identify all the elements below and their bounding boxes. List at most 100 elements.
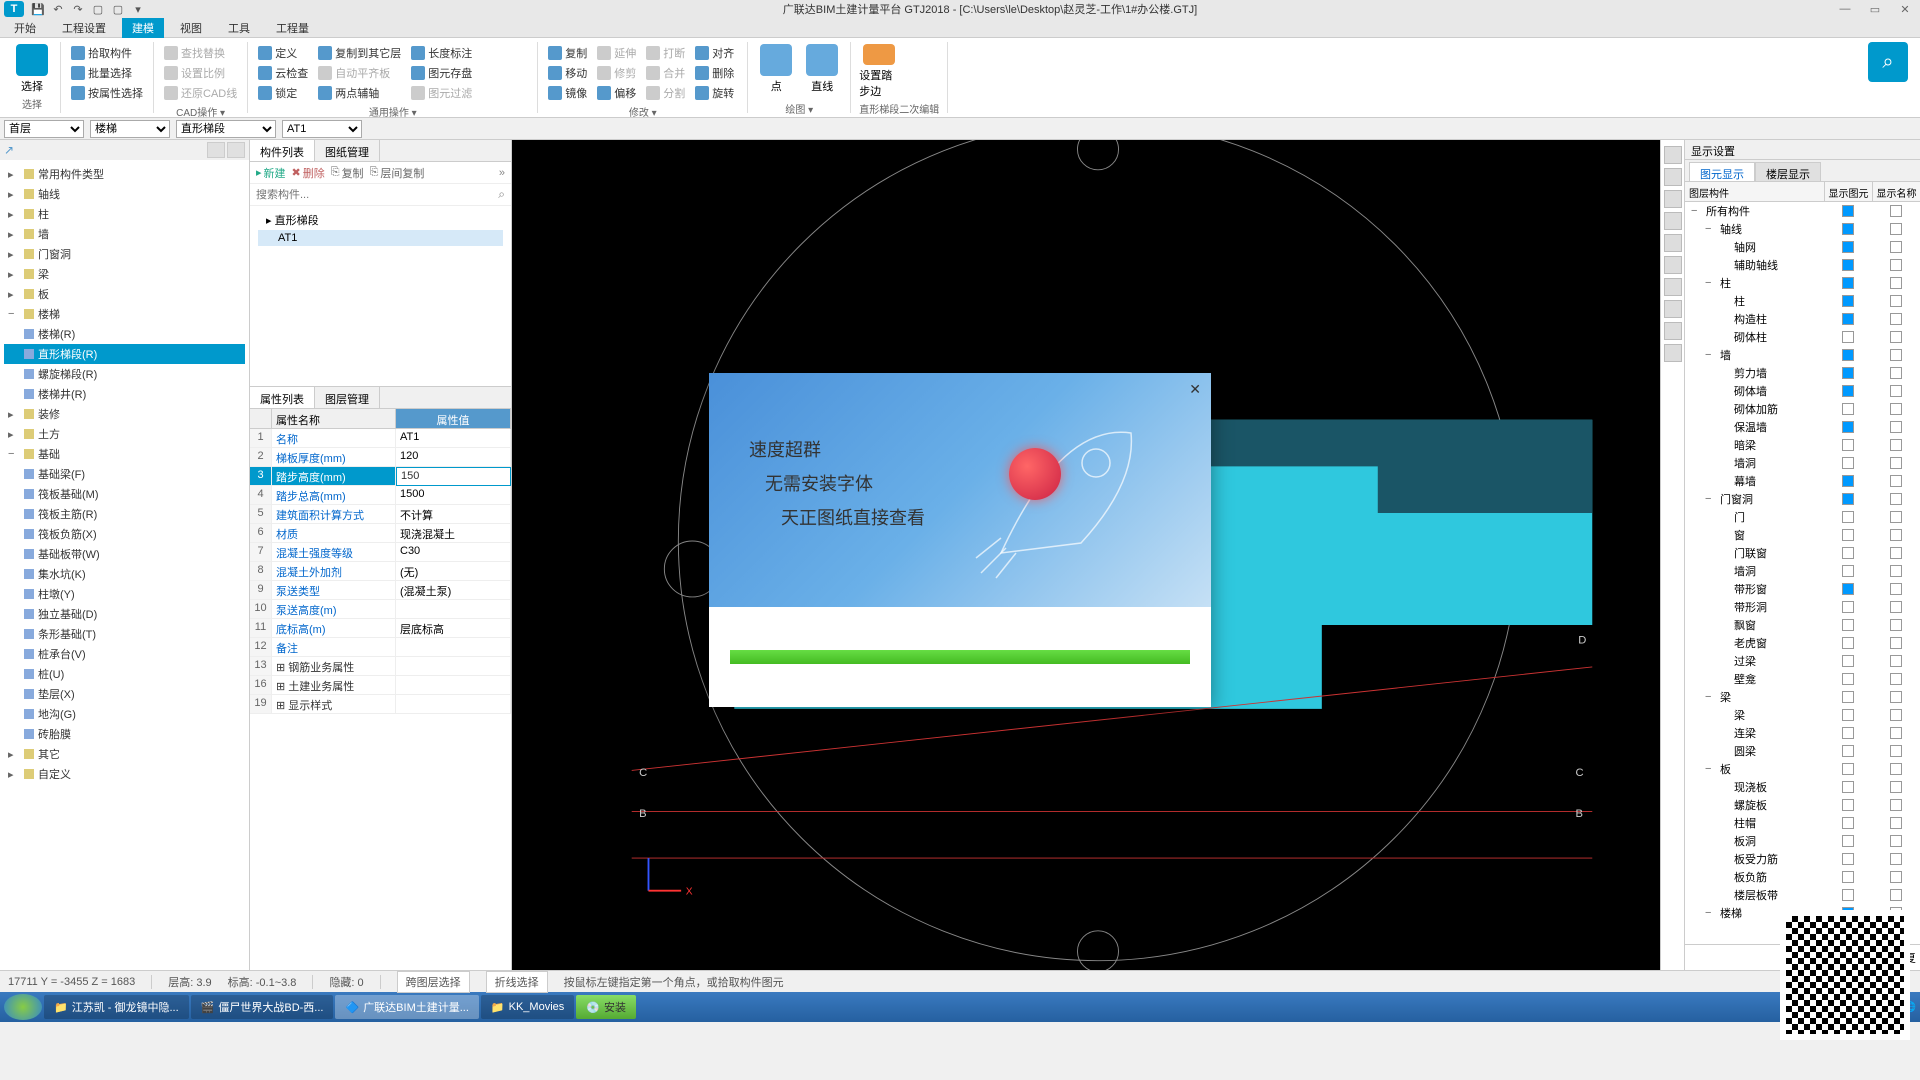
list-item[interactable]: AT1 <box>258 230 503 246</box>
tool-btn[interactable] <box>1664 322 1682 340</box>
point-button[interactable]: 点 <box>756 44 796 99</box>
category-select[interactable]: 楼梯 <box>90 120 170 138</box>
checkbox[interactable] <box>1842 763 1854 775</box>
checkbox[interactable] <box>1890 421 1902 433</box>
checkbox[interactable] <box>1842 421 1854 433</box>
checkbox[interactable] <box>1842 349 1854 361</box>
tree-item[interactable]: 直形梯段(R) <box>4 344 245 364</box>
checkbox[interactable] <box>1842 403 1854 415</box>
vis-row[interactable]: 梁 <box>1685 706 1920 724</box>
tool-btn[interactable] <box>1664 190 1682 208</box>
vis-row[interactable]: 窗 <box>1685 526 1920 544</box>
tool-btn[interactable] <box>1664 212 1682 230</box>
checkbox[interactable] <box>1890 763 1902 775</box>
prop-row[interactable]: 11底标高(m)层底标高 <box>250 619 511 638</box>
offset-button[interactable]: 偏移 <box>595 84 638 102</box>
tree-item[interactable]: 地沟(G) <box>4 704 245 724</box>
tab-prop-list[interactable]: 属性列表 <box>250 387 315 408</box>
tree-item[interactable]: 桩承台(V) <box>4 644 245 664</box>
tool-btn[interactable] <box>1664 256 1682 274</box>
checkbox[interactable] <box>1842 835 1854 847</box>
task-item[interactable]: 📁 KK_Movies <box>481 995 574 1019</box>
tab-start[interactable]: 开始 <box>4 18 46 38</box>
tab-floor-display[interactable]: 楼层显示 <box>1755 162 1821 181</box>
auto-align-button[interactable]: 自动平齐板 <box>316 64 403 82</box>
checkbox[interactable] <box>1842 673 1854 685</box>
align-button[interactable]: 对齐 <box>693 44 736 62</box>
delete-comp-button[interactable]: ✖ 删除 <box>292 165 325 181</box>
component-select[interactable]: AT1 <box>282 120 362 138</box>
checkbox[interactable] <box>1890 205 1902 217</box>
vis-row[interactable]: 轴网 <box>1685 238 1920 256</box>
task-item[interactable]: 📁 江苏凯 - 御龙镜中隐... <box>44 995 189 1019</box>
checkbox[interactable] <box>1890 889 1902 901</box>
checkbox[interactable] <box>1842 619 1854 631</box>
nav-icon[interactable]: ↗ <box>4 143 14 157</box>
vis-row[interactable]: 门 <box>1685 508 1920 526</box>
vis-row[interactable]: 砌体柱 <box>1685 328 1920 346</box>
tab-drawing-mgmt[interactable]: 图纸管理 <box>315 140 380 161</box>
checkbox[interactable] <box>1842 277 1854 289</box>
type-select[interactable]: 直形梯段 <box>176 120 276 138</box>
rotate-button[interactable]: 旋转 <box>693 84 736 102</box>
vis-row[interactable]: 带形洞 <box>1685 598 1920 616</box>
tree-item[interactable]: ▸轴线 <box>4 184 245 204</box>
tab-quantity[interactable]: 工程量 <box>266 18 319 38</box>
extend-button[interactable]: 延伸 <box>595 44 638 62</box>
close-button[interactable]: ✕ <box>1894 3 1916 16</box>
merge-button[interactable]: 合并 <box>644 64 687 82</box>
checkbox[interactable] <box>1890 745 1902 757</box>
checkbox[interactable] <box>1890 241 1902 253</box>
checkbox[interactable] <box>1842 871 1854 883</box>
vis-row[interactable]: 幕墙 <box>1685 472 1920 490</box>
save-element-button[interactable]: 图元存盘 <box>409 64 474 82</box>
prop-row[interactable]: 1名称AT1 <box>250 429 511 448</box>
qat-save-icon[interactable]: 💾 <box>30 2 46 16</box>
checkbox[interactable] <box>1890 277 1902 289</box>
copy-comp-button[interactable]: ⎘ 复制 <box>331 165 364 181</box>
checkbox[interactable] <box>1890 835 1902 847</box>
lock-button[interactable]: 锁定 <box>256 84 310 102</box>
checkbox[interactable] <box>1842 313 1854 325</box>
floor-select[interactable]: 首层 <box>4 120 84 138</box>
trim-button[interactable]: 修剪 <box>595 64 638 82</box>
checkbox[interactable] <box>1890 349 1902 361</box>
checkbox[interactable] <box>1842 799 1854 811</box>
tab-project-settings[interactable]: 工程设置 <box>52 18 116 38</box>
vis-row[interactable]: −轴线 <box>1685 220 1920 238</box>
checkbox[interactable] <box>1890 691 1902 703</box>
tab-view[interactable]: 视图 <box>170 18 212 38</box>
search-button[interactable]: ⌕ <box>1868 42 1908 82</box>
checkbox[interactable] <box>1890 511 1902 523</box>
vis-row[interactable]: 过梁 <box>1685 652 1920 670</box>
checkbox[interactable] <box>1890 871 1902 883</box>
tool-btn[interactable] <box>1664 278 1682 296</box>
checkbox[interactable] <box>1890 475 1902 487</box>
vis-row[interactable]: −梁 <box>1685 688 1920 706</box>
qat-undo-icon[interactable]: ↶ <box>50 2 66 16</box>
checkbox[interactable] <box>1842 691 1854 703</box>
find-replace-button[interactable]: 查找替换 <box>162 44 239 62</box>
polyline-select-button[interactable]: 折线选择 <box>486 971 548 993</box>
tab-modeling[interactable]: 建模 <box>122 18 164 38</box>
tool-btn[interactable] <box>1664 344 1682 362</box>
search-input[interactable] <box>256 189 498 201</box>
vis-row[interactable]: 板洞 <box>1685 832 1920 850</box>
tree-item[interactable]: 独立基础(D) <box>4 604 245 624</box>
prop-row[interactable]: 13⊞ 钢筋业务属性 <box>250 657 511 676</box>
checkbox[interactable] <box>1842 205 1854 217</box>
checkbox[interactable] <box>1842 295 1854 307</box>
search-icon[interactable]: ⌕ <box>498 187 505 202</box>
tree-item[interactable]: 楼梯井(R) <box>4 384 245 404</box>
tree-item[interactable]: −基础 <box>4 444 245 464</box>
tab-element-display[interactable]: 图元显示 <box>1689 162 1755 181</box>
tree-item[interactable]: 基础板带(W) <box>4 544 245 564</box>
line-button[interactable]: 直线 <box>802 44 842 99</box>
prop-row[interactable]: 9泵送类型(混凝土泵) <box>250 581 511 600</box>
tree-item[interactable]: 筏板主筋(R) <box>4 504 245 524</box>
tab-layer-mgmt[interactable]: 图层管理 <box>315 387 380 408</box>
restore-cad-button[interactable]: 还原CAD线 <box>162 84 239 102</box>
vis-row[interactable]: 板负筋 <box>1685 868 1920 886</box>
prop-row[interactable]: 6材质现浇混凝土 <box>250 524 511 543</box>
vis-row[interactable]: 保温墙 <box>1685 418 1920 436</box>
